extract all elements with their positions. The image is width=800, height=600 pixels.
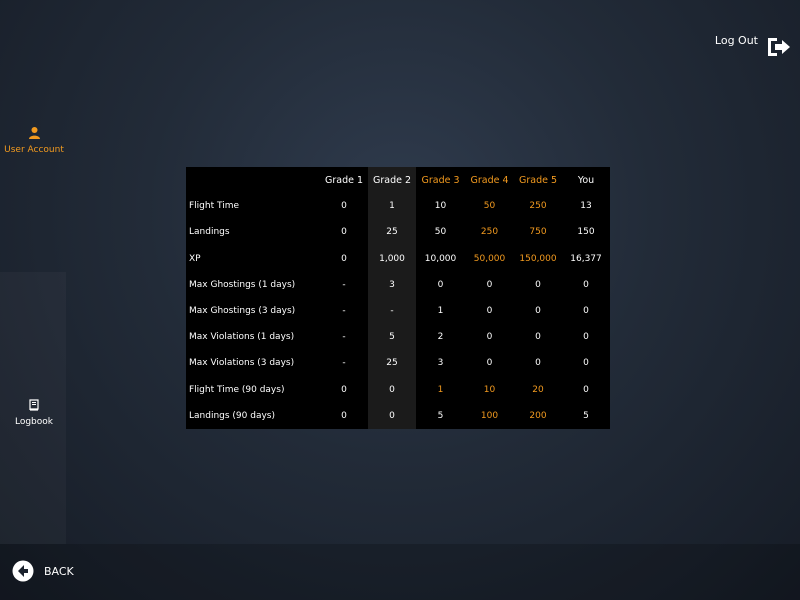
column-header: Grade 3 — [421, 174, 460, 186]
table-cell: 50 — [483, 201, 496, 212]
logout-icon — [768, 38, 790, 56]
header-empty — [186, 167, 320, 193]
table-cell: 0 — [583, 305, 589, 316]
row-label: XP — [189, 253, 201, 264]
table-cell: 0 — [341, 384, 347, 395]
row-label: Max Violations (3 days) — [189, 358, 295, 369]
table-cell: 0 — [583, 384, 589, 395]
sidebar-item-label: User Account — [4, 145, 64, 155]
book-icon — [29, 399, 39, 411]
table-cell: 1 — [437, 305, 444, 316]
column-header: Grade 1 — [324, 174, 364, 186]
table-header-row: Grade 1 Grade 2 Grade 3 Grade 4 Grade 5 … — [186, 167, 610, 193]
table-cell: 150 — [577, 227, 595, 238]
back-button[interactable]: BACK — [12, 560, 74, 582]
table-row: Landings (90 days) 0 0 5 100 200 5 — [186, 402, 610, 429]
sidebar-item-user-account[interactable]: User Account — [0, 124, 68, 155]
table-cell: 0 — [341, 201, 347, 212]
table-cell: 0 — [486, 332, 493, 343]
table-row: Flight Time 0 1 10 50 250 13 — [186, 193, 610, 220]
row-label: Max Violations (1 days) — [189, 332, 295, 343]
table-cell: 0 — [368, 376, 416, 403]
table-cell: 0 — [583, 332, 589, 343]
column-header: Grade 2 — [368, 167, 416, 193]
back-label: BACK — [44, 564, 74, 578]
table-cell: 150,000 — [519, 253, 557, 264]
table-cell: - — [368, 297, 416, 325]
table-cell: 10 — [483, 384, 496, 395]
table-cell: 0 — [486, 305, 493, 316]
table-cell: 750 — [529, 227, 547, 238]
table-cell: 0 — [341, 410, 347, 421]
user-icon — [28, 127, 40, 139]
table-cell: 3 — [368, 271, 416, 298]
row-label: Flight Time (90 days) — [189, 384, 285, 395]
bottom-bar — [0, 544, 800, 600]
table-cell: 250 — [480, 227, 499, 238]
logout-button[interactable]: Log Out — [714, 34, 792, 56]
table-cell: 5 — [583, 410, 589, 421]
row-label: Landings (90 days) — [189, 410, 275, 421]
table-cell: - — [342, 305, 346, 316]
table-cell: 0 — [535, 279, 541, 290]
table-cell: 50,000 — [473, 253, 506, 264]
back-arrow-icon — [12, 560, 34, 582]
table-cell: 1,000 — [368, 245, 416, 272]
table-cell: 13 — [580, 201, 592, 212]
table-cell: 0 — [486, 358, 493, 369]
table-cell: 1 — [368, 193, 416, 220]
table-row: XP 0 1,000 10,000 50,000 150,000 16,377 — [186, 245, 610, 272]
table-cell: 0 — [535, 305, 541, 316]
table-cell: 0 — [535, 332, 541, 343]
table-row: Max Ghostings (1 days) - 3 0 0 0 0 — [186, 271, 610, 298]
table-cell: 0 — [368, 402, 416, 429]
table-cell: 5 — [368, 324, 416, 351]
table-cell: - — [342, 279, 346, 290]
grade-requirements-table: Grade 1 Grade 2 Grade 3 Grade 4 Grade 5 … — [186, 167, 610, 429]
table-cell: 20 — [532, 384, 544, 395]
table-cell: - — [342, 332, 346, 343]
column-header: Grade 4 — [470, 174, 509, 186]
table-cell: 0 — [535, 358, 541, 369]
table-row: Flight Time (90 days) 0 0 1 10 20 0 — [186, 376, 610, 403]
table-cell: 25 — [368, 350, 416, 377]
table-cell: - — [342, 358, 346, 369]
table-cell: 1 — [437, 384, 444, 395]
table-cell: 0 — [583, 358, 589, 369]
table-cell: 0 — [341, 253, 347, 264]
table-cell: 5 — [437, 410, 444, 421]
row-label: Flight Time — [189, 201, 240, 212]
table-cell: 250 — [529, 201, 547, 212]
table-row: Landings 0 25 50 250 750 150 — [186, 219, 610, 246]
row-label: Max Ghostings (3 days) — [189, 305, 296, 316]
table-cell: 10 — [434, 201, 447, 212]
table-row: Max Violations (1 days) - 5 2 0 0 0 — [186, 324, 610, 351]
table-cell: 0 — [486, 279, 493, 290]
sidebar-item-logbook[interactable]: Logbook — [0, 396, 68, 427]
sidebar-item-label: Logbook — [14, 417, 53, 427]
table-row: Max Violations (3 days) - 25 3 0 0 0 — [186, 350, 610, 377]
table-cell: 3 — [437, 358, 444, 369]
table-cell: 0 — [583, 279, 589, 290]
column-header: Grade 5 — [518, 174, 558, 186]
table-cell: 50 — [434, 227, 447, 238]
table-cell: 100 — [480, 410, 499, 421]
column-header: You — [577, 174, 595, 186]
table-cell: 25 — [368, 219, 416, 246]
table-cell: 2 — [437, 332, 444, 343]
table-cell: 200 — [529, 410, 547, 421]
logout-label: Log Out — [714, 34, 758, 47]
row-label: Max Ghostings (1 days) — [189, 279, 296, 290]
table-row: Max Ghostings (3 days) - - 1 0 0 0 — [186, 297, 610, 325]
table-cell: 0 — [437, 279, 444, 290]
table-cell: 10,000 — [424, 253, 457, 264]
row-label: Landings — [189, 227, 230, 238]
table-cell: 0 — [341, 227, 347, 238]
table-cell: 16,377 — [570, 253, 602, 264]
